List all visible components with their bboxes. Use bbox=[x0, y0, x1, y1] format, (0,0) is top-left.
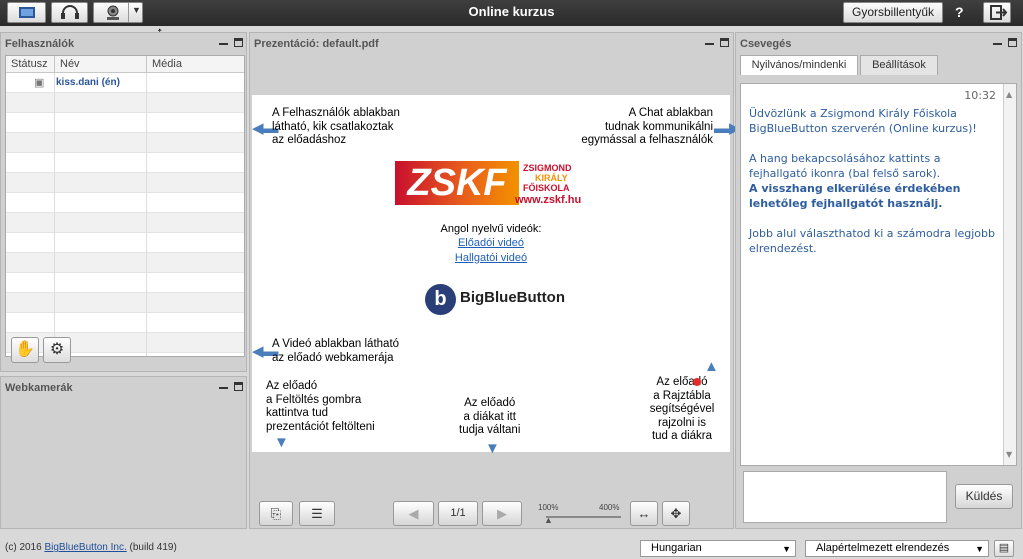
table-row bbox=[6, 153, 244, 173]
table-row bbox=[6, 133, 244, 153]
page-number-button[interactable]: 1/1 bbox=[438, 501, 478, 526]
arrow-right-icon: ▶ bbox=[497, 506, 507, 521]
zskf-logo: ZSKF ZSIGMOND KIRÁLY FŐISKOLA www.zskf.h… bbox=[395, 161, 585, 207]
video-note: A Videó ablakban látható az előadó webkam… bbox=[272, 338, 400, 364]
maximize-icon[interactable] bbox=[1008, 38, 1017, 47]
table-row bbox=[6, 313, 244, 333]
webcams-panel-title: Webkamerák bbox=[5, 382, 73, 394]
language-select[interactable]: Hungarian ▼ bbox=[640, 540, 796, 557]
table-row bbox=[6, 273, 244, 293]
maximize-icon[interactable] bbox=[234, 38, 243, 47]
bbb-inc-link[interactable]: BigBlueButton Inc. bbox=[44, 542, 126, 553]
col-status[interactable]: Státusz bbox=[6, 56, 55, 73]
table-row bbox=[6, 113, 244, 133]
fit-page-button[interactable]: ✥ bbox=[662, 501, 690, 526]
minimize-icon[interactable] bbox=[705, 38, 714, 45]
chat-message: Üdvözlünk a Zsigmond Király Főiskola Big… bbox=[749, 107, 977, 135]
arrow-up-icon: ▲ bbox=[704, 358, 719, 375]
upload-button[interactable]: ⎘ bbox=[259, 501, 293, 526]
arrow-down-icon: ▼ bbox=[274, 434, 289, 451]
table-row bbox=[6, 193, 244, 213]
next-slide-button[interactable]: ▶ bbox=[482, 501, 522, 526]
presentation-slide: ◀▬ A Felhasználók ablakban látható, kik c… bbox=[252, 95, 741, 456]
col-media[interactable]: Média bbox=[147, 56, 244, 73]
chat-timestamp: 10:32 bbox=[964, 89, 996, 102]
horizontal-arrows-icon: ↔ bbox=[637, 506, 651, 521]
chat-message-bold: A visszhang elkerülése érdekében lehetől… bbox=[749, 182, 961, 210]
col-name[interactable]: Név bbox=[55, 56, 147, 73]
upload-icon: ⎘ bbox=[270, 506, 282, 521]
presentation-title: Prezentáció: default.pdf bbox=[254, 38, 379, 50]
layout-select[interactable]: Alapértelmezett elrendezés ▼ bbox=[805, 540, 989, 557]
users-table: Státusz Név Média ▣ kiss.dani (én) bbox=[5, 55, 245, 357]
table-row bbox=[6, 293, 244, 313]
table-row bbox=[6, 213, 244, 233]
settings-button[interactable]: ⚙ bbox=[43, 337, 71, 363]
upload-note: Az előadó a Feltöltés gombra kattintva tud… bbox=[266, 380, 375, 433]
gear-icon: ⚙ bbox=[49, 341, 65, 358]
send-button[interactable]: Küldés bbox=[955, 484, 1013, 509]
top-bar: ▼ Online kurzus Gyorsbillentyűk ? bbox=[0, 0, 1023, 26]
bbb-logo-icon: b bbox=[425, 284, 456, 315]
user-name: kiss.dani (én) bbox=[56, 77, 120, 88]
logout-button[interactable] bbox=[983, 2, 1011, 23]
shortcuts-button[interactable]: Gyorsbillentyűk bbox=[843, 2, 943, 23]
slides-note: Az előadó a diákat itt tudja váltani bbox=[459, 397, 521, 436]
arrow-down-icon: ▼ bbox=[485, 440, 500, 457]
minimize-icon[interactable] bbox=[993, 38, 1002, 45]
chat-message: Jobb alul választhatod ki a számodra leg… bbox=[749, 227, 996, 255]
table-row bbox=[6, 233, 244, 253]
minimize-icon[interactable] bbox=[219, 382, 228, 389]
bbb-logo-text: BigBlueButton bbox=[460, 289, 565, 306]
chat-message: A hang bekapcsolásához kattints a fejhal… bbox=[749, 152, 941, 180]
zoom-min-label: 100% bbox=[538, 503, 559, 512]
videos-title: Angol nyelvű videók: bbox=[440, 223, 542, 235]
whiteboard-note: Az előadó a Rajztábla segítségével rajzolni… bbox=[649, 376, 715, 442]
pointer-dot bbox=[693, 378, 701, 386]
chat-scrollbar[interactable]: ▲ ▼ bbox=[1003, 84, 1016, 465]
move-icon: ✥ bbox=[670, 506, 682, 521]
arrow-left-icon: ◀ bbox=[408, 506, 419, 521]
tab-public-chat[interactable]: Nyilvános/mindenki bbox=[740, 55, 858, 75]
chevron-down-icon: ▼ bbox=[782, 544, 791, 554]
zoom-max-label: 400% bbox=[599, 503, 620, 512]
chat-note: A Chat ablakban tudnak kommunikálni egymás… bbox=[581, 107, 713, 146]
prev-slide-button[interactable]: ◀ bbox=[393, 501, 434, 526]
raise-hand-button[interactable]: ✋ bbox=[11, 337, 39, 363]
table-row bbox=[6, 173, 244, 193]
chat-messages: 10:32 Üdvözlünk a Zsigmond Király Főisko… bbox=[740, 83, 1017, 466]
hand-icon: ✋ bbox=[15, 341, 35, 358]
table-row bbox=[6, 93, 244, 113]
table-row bbox=[6, 333, 244, 353]
presenter-video-link[interactable]: Előadói videó bbox=[252, 237, 730, 251]
logout-icon bbox=[990, 5, 1008, 20]
footer-copyright: (c) 2016 BigBlueButton Inc. (build 419) bbox=[5, 542, 177, 553]
table-row[interactable]: ▣ kiss.dani (én) bbox=[6, 73, 244, 93]
users-panel-title: Felhasználók bbox=[5, 38, 75, 50]
help-button[interactable]: ? bbox=[955, 4, 964, 20]
chat-input[interactable] bbox=[743, 471, 947, 523]
poll-button[interactable]: ☰ bbox=[299, 501, 335, 526]
apply-layout-button[interactable]: ▤ bbox=[994, 540, 1014, 557]
student-video-link[interactable]: Hallgatói videó bbox=[252, 252, 730, 266]
zoom-slider[interactable] bbox=[546, 516, 621, 518]
fit-width-button[interactable]: ↔ bbox=[630, 501, 658, 526]
maximize-icon[interactable] bbox=[234, 382, 243, 391]
table-row bbox=[6, 253, 244, 273]
layout-icon: ▤ bbox=[998, 542, 1010, 554]
users-panel: Felhasználók Státusz Név Média ▣ kiss.da… bbox=[0, 32, 247, 372]
bars-icon: ☰ bbox=[311, 506, 323, 521]
minimize-icon[interactable] bbox=[219, 38, 228, 45]
chevron-down-icon: ▼ bbox=[975, 544, 984, 554]
tab-chat-settings[interactable]: Beállítások bbox=[860, 55, 938, 75]
presenter-icon: ▣ bbox=[34, 77, 45, 89]
chat-panel-title: Csevegés bbox=[740, 38, 792, 50]
maximize-icon[interactable] bbox=[720, 38, 729, 47]
webcams-panel: Webkamerák bbox=[0, 376, 247, 529]
users-note: A Felhasználók ablakban látható, kik csat… bbox=[272, 107, 400, 146]
zoom-slider-thumb[interactable]: ▲ bbox=[544, 515, 553, 525]
